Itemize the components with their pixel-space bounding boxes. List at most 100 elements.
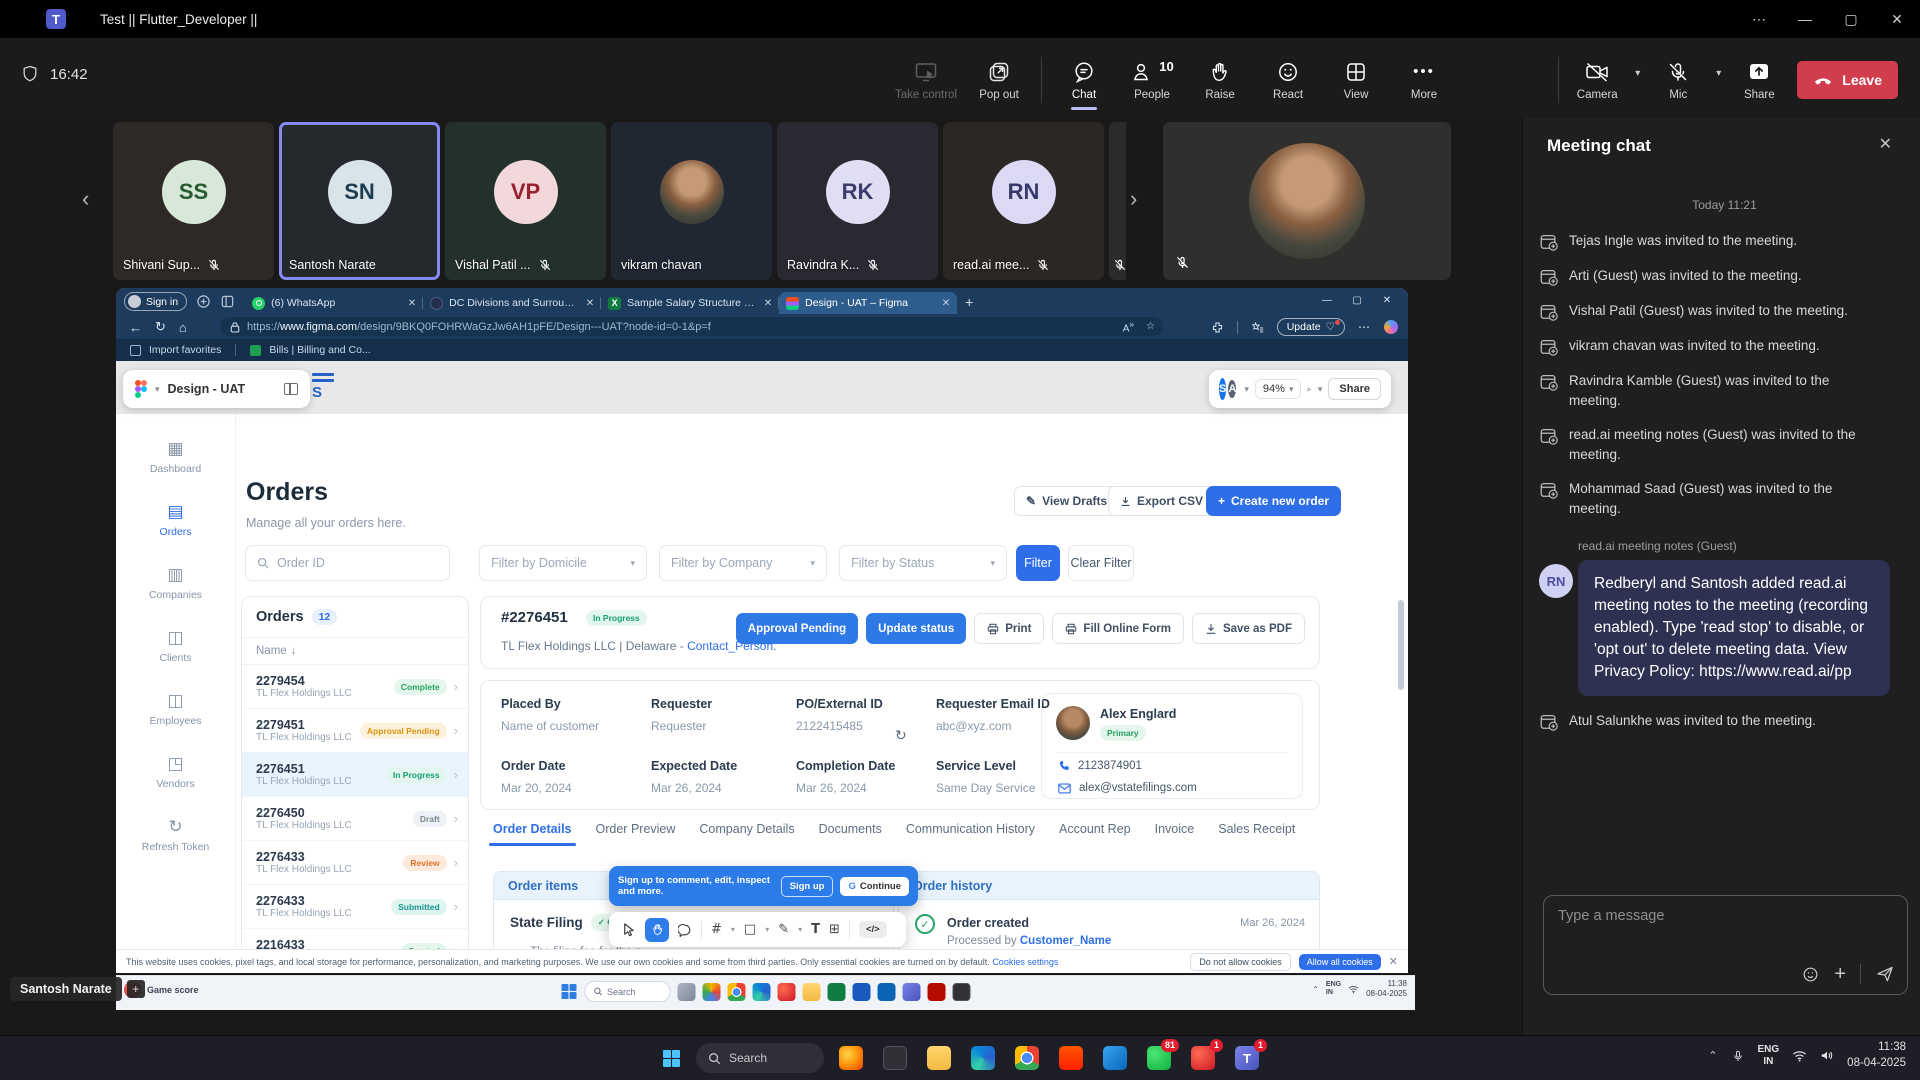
detail-tab[interactable]: Invoice: [1155, 822, 1195, 846]
sidebar-item[interactable]: ◳ Vendors: [116, 741, 235, 804]
order-row[interactable]: 2279451 TL Flex Holdings LLC Approval Pe…: [242, 709, 468, 753]
browser-signin-button[interactable]: Sign in: [124, 292, 187, 311]
window-maximize-icon[interactable]: ▢: [1828, 11, 1874, 28]
camera-button[interactable]: Camera: [1571, 60, 1623, 101]
taskbar-app-icon[interactable]: [702, 983, 720, 1001]
taskbar-app-icon[interactable]: [827, 983, 845, 1001]
order-row[interactable]: 2276451 TL Flex Holdings LLC In Progress…: [242, 753, 468, 797]
wifi-icon[interactable]: [1348, 985, 1359, 994]
tray-mic-icon[interactable]: [1731, 1049, 1745, 1063]
participant-tile[interactable]: RN read.ai mee...: [943, 122, 1104, 280]
browser-tab[interactable]: Design - UAT – Figma ✕: [779, 292, 957, 314]
hand-tool-icon[interactable]: [645, 918, 669, 942]
tab-close-icon[interactable]: ✕: [586, 298, 594, 309]
filter-status-select[interactable]: Filter by Status▾: [839, 545, 1007, 581]
detail-tab[interactable]: Order Preview: [596, 822, 676, 846]
order-row[interactable]: 2276433 TL Flex Holdings LLC Review ›: [242, 841, 468, 885]
text-tool-icon[interactable]: T: [811, 922, 820, 937]
print-button[interactable]: Print: [974, 613, 1044, 644]
contact-email-row[interactable]: alex@vstatefilings.com: [1058, 782, 1197, 794]
sidebar-item[interactable]: ◫ Clients: [116, 615, 235, 678]
move-tool-icon[interactable]: [621, 922, 636, 937]
cookie-close-icon[interactable]: ✕: [1389, 955, 1398, 968]
mic-options-chevron-icon[interactable]: ▾: [1716, 68, 1721, 79]
taskbar-clock[interactable]: 11:38 08-04-2025: [1847, 1040, 1906, 1071]
taskbar-app-icon[interactable]: [952, 983, 970, 1001]
filter-domicile-select[interactable]: Filter by Domicile▾: [479, 545, 647, 581]
start-button[interactable]: [656, 1043, 686, 1073]
start-icon[interactable]: [561, 984, 577, 1000]
taskbar-app-icon[interactable]: 1: [1230, 1041, 1264, 1075]
chat-close-icon[interactable]: ✕: [1879, 134, 1892, 154]
tab-close-icon[interactable]: ✕: [764, 298, 772, 309]
order-row[interactable]: 2279454 TL Flex Holdings LLC Complete ›: [242, 665, 468, 709]
taskbar-app-icon[interactable]: [1054, 1041, 1088, 1075]
detail-tab[interactable]: Communication History: [906, 822, 1035, 846]
save-as-pdf-button[interactable]: Save as PDF: [1192, 613, 1305, 644]
clear-filter-button[interactable]: Clear Filter: [1068, 545, 1134, 581]
participant-tile[interactable]: RK Ravindra K...: [777, 122, 938, 280]
update-status-button[interactable]: Update status: [866, 613, 966, 644]
participant-tile[interactable]: vikram chavan: [611, 122, 772, 280]
language-indicator[interactable]: ENG IN: [1758, 1044, 1780, 1068]
emoji-icon[interactable]: [1801, 965, 1820, 984]
chat-messages[interactable]: Today 11:21 Tejas Ingle was invited to t…: [1539, 188, 1910, 875]
browser-update-button[interactable]: Update ♡: [1277, 318, 1345, 336]
taskbar-app-icon[interactable]: 81: [1142, 1041, 1176, 1075]
participant-tile[interactable]: SN Santosh Narate: [279, 122, 440, 280]
window-minimize-icon[interactable]: —: [1782, 11, 1828, 27]
chevron-down-icon[interactable]: ▾: [1318, 384, 1323, 395]
favorite-star-icon[interactable]: ☆: [1146, 321, 1155, 332]
refresh-icon[interactable]: ↻: [155, 319, 166, 335]
favorites-list-icon[interactable]: [1251, 321, 1264, 334]
detail-tab[interactable]: Sales Receipt: [1218, 822, 1295, 846]
cookie-settings-link[interactable]: Cookies settings: [992, 957, 1058, 967]
read-aloud-icon[interactable]: A»: [1123, 319, 1134, 334]
taskbar-app-icon[interactable]: 1: [1186, 1041, 1220, 1075]
attach-plus-icon[interactable]: +: [1834, 964, 1846, 984]
taskbar-search-box[interactable]: Search: [696, 1043, 824, 1073]
bookmark-import-favorites[interactable]: Import favorites: [149, 344, 221, 356]
taskbar-app-icon[interactable]: [877, 983, 895, 1001]
view-button[interactable]: View: [1330, 60, 1382, 101]
allow-cookies-button[interactable]: Allow all cookies: [1299, 954, 1381, 970]
shape-tool-icon[interactable]: □: [744, 922, 756, 937]
order-row[interactable]: 2276450 TL Flex Holdings LLC Draft ›: [242, 797, 468, 841]
sidebar-item[interactable]: ↻ Refresh Token: [116, 804, 235, 867]
browser-tab[interactable]: (6) WhatsApp ✕: [245, 292, 423, 314]
taskbar-app-icon[interactable]: [1098, 1041, 1132, 1075]
send-icon[interactable]: [1875, 964, 1895, 984]
google-continue-button[interactable]: GContinue: [840, 877, 909, 896]
sidebar-item[interactable]: ◫ Employees: [116, 678, 235, 741]
browser-tab[interactable]: DC Divisions and Surroundings ✕: [423, 292, 601, 314]
sort-arrow-icon[interactable]: ↓: [291, 645, 297, 657]
taskbar-app-icon[interactable]: [1010, 1041, 1044, 1075]
pin-plus-icon[interactable]: +: [127, 980, 145, 998]
collaborator-avatar-a[interactable]: A: [1226, 378, 1238, 400]
taskbar-app-icon[interactable]: [902, 983, 920, 1001]
frame-tool-icon[interactable]: #: [711, 922, 722, 937]
signup-button[interactable]: Sign up: [781, 876, 834, 897]
sidebar-item[interactable]: ▤ Orders: [116, 489, 235, 552]
leave-button[interactable]: Leave: [1797, 61, 1898, 99]
taskbar-app-icon[interactable]: [834, 1041, 868, 1075]
take-control-button[interactable]: Take control: [895, 60, 957, 101]
view-drafts-button[interactable]: ✎ View Drafts: [1014, 486, 1119, 516]
volume-icon[interactable]: [1820, 1049, 1834, 1062]
tab-close-icon[interactable]: ✕: [408, 298, 416, 309]
present-play-icon[interactable]: [1307, 383, 1311, 396]
taskbar-app-icon[interactable]: [922, 1041, 956, 1075]
scroll-right-chevron-icon[interactable]: ›: [1130, 188, 1137, 210]
camera-options-chevron-icon[interactable]: ▾: [1635, 68, 1640, 79]
detail-tab[interactable]: Company Details: [699, 822, 794, 846]
browser-tab[interactable]: Sample Salary Structure with calc ✕: [601, 292, 779, 314]
taskbar-app-icon[interactable]: [802, 983, 820, 1001]
spotlight-tile[interactable]: [1163, 122, 1451, 280]
deny-cookies-button[interactable]: Do not allow cookies: [1190, 953, 1291, 971]
browser-menu-icon[interactable]: ⋯: [1358, 320, 1371, 334]
chevron-down-icon[interactable]: ▾: [155, 384, 160, 395]
sidebar-item[interactable]: ▥ Companies: [116, 552, 235, 615]
comment-tool-icon[interactable]: [678, 923, 692, 937]
tray-chevron-icon[interactable]: ⌃: [1312, 985, 1319, 994]
figma-logo-icon[interactable]: [135, 380, 147, 398]
